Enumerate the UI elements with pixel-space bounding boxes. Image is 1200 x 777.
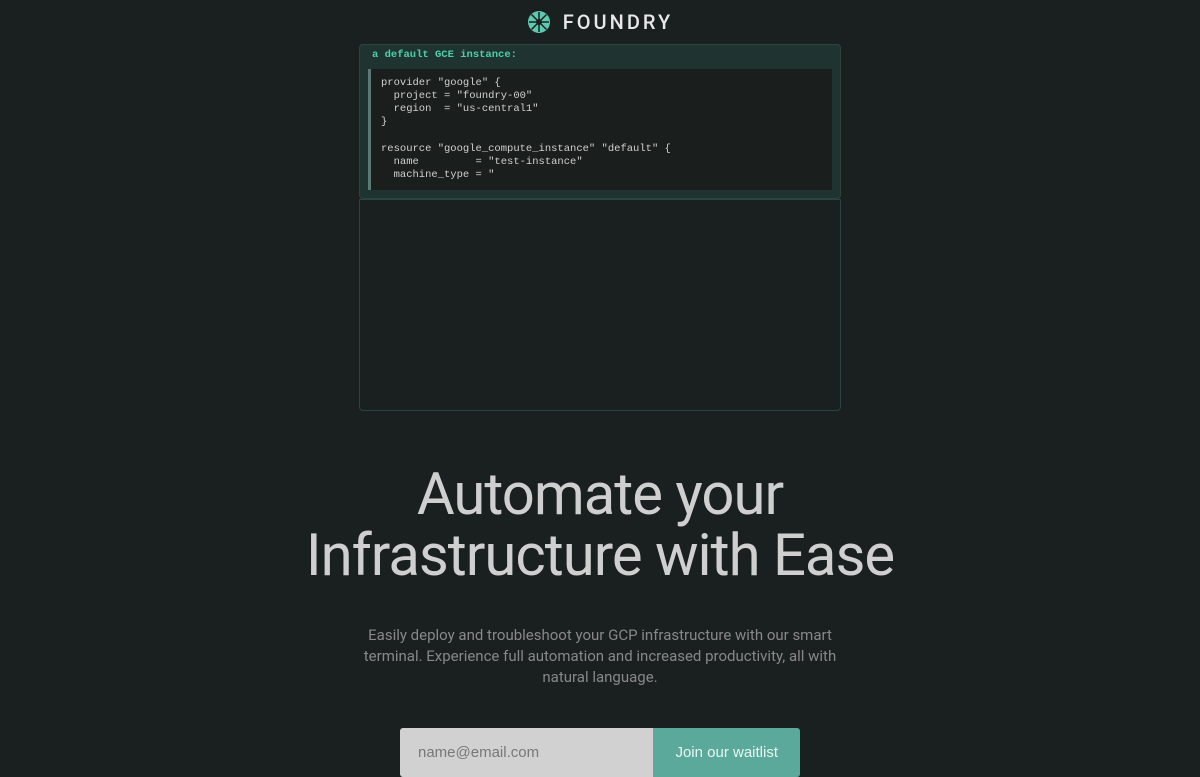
waitlist-form: Join our waitlist [400,728,800,777]
terminal-prompt-section: a default GCE instance: [360,45,840,69]
code-content: provider "google" { project = "foundry-0… [381,77,822,182]
hero-title-line2: Infrastructure with Ease [306,522,894,590]
join-waitlist-button[interactable]: Join our waitlist [653,728,800,777]
foundry-logo-icon [527,10,551,34]
code-block: provider "google" { project = "foundry-0… [368,69,832,190]
terminal-demo: a default GCE instance: provider "google… [359,44,841,199]
terminal-prompt-text: a default GCE instance: [372,49,828,61]
brand-name: FOUNDRY [563,10,673,34]
hero-subtitle: Easily deploy and troubleshoot your GCP … [345,625,855,688]
hero-title-line1: Automate your [417,461,783,529]
hero-title: Automate your Infrastructure with Ease [0,465,1200,587]
terminal-output-area [359,199,841,411]
header: FOUNDRY [0,0,1200,44]
email-input[interactable] [400,728,653,777]
hero-section: Automate your Infrastructure with Ease E… [0,465,1200,688]
